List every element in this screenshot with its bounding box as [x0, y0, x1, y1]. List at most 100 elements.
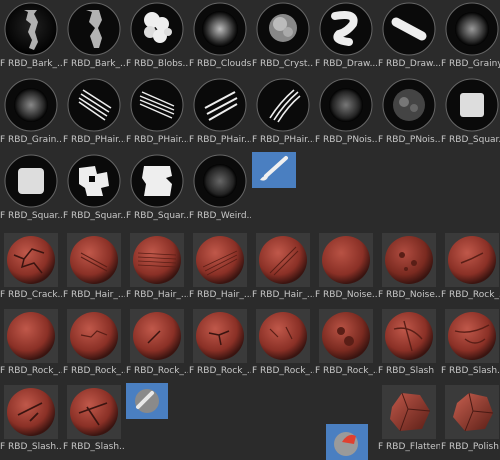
- square-alpha-icon: [67, 154, 121, 208]
- pnoise-alpha-icon: [382, 78, 436, 132]
- polish-rock-icon: [445, 385, 499, 439]
- paint-brush-icon: [252, 152, 296, 188]
- alpha-brush-phair-2[interactable]: F RBD_PHair...: [126, 76, 188, 152]
- brush-label: F RBD_Weird...: [189, 211, 251, 221]
- sculpt-brush-polish[interactable]: F RBD_Polish: [441, 383, 500, 459]
- bark-alpha-icon: [67, 2, 121, 56]
- alpha-brush-grain[interactable]: F RBD_Grain...: [0, 76, 62, 152]
- hair-sphere-icon: [256, 233, 310, 287]
- sculpt-brush-rock-5[interactable]: F RBD_Rock_...: [189, 307, 251, 383]
- sculpt-brush-rock-4[interactable]: F RBD_Rock_...: [126, 307, 188, 383]
- alpha-brush-phair-4[interactable]: F RBD_PHair...: [252, 76, 314, 152]
- brush-label: F RBD_Hair_...: [126, 290, 188, 300]
- brush-label: F RBD_Hair_...: [189, 290, 251, 300]
- brush-label: F RBD_Draw...: [315, 59, 377, 69]
- draw-s-alpha-icon: [319, 2, 373, 56]
- sculpt-brush-rock-2[interactable]: F RBD_Rock_...: [0, 307, 62, 383]
- sculpt-brush-rock-6[interactable]: F RBD_Rock_...: [252, 307, 314, 383]
- sculpt-brush-hair-1[interactable]: F RBD_Hair_...: [63, 231, 125, 307]
- alpha-brush-pnoise-1[interactable]: F RBD_PNois...: [315, 76, 377, 152]
- square-alpha-icon: [445, 78, 499, 132]
- snake-hook-tool-button[interactable]: [326, 424, 368, 460]
- brush-label: F RBD_Rock_...: [63, 366, 125, 376]
- clay-brush-tool-button[interactable]: [126, 383, 168, 419]
- crystal-alpha-icon: [256, 2, 310, 56]
- sculpt-tool-icon: [126, 383, 168, 419]
- brush-label: F RBD_PHair...: [252, 135, 314, 145]
- square-alpha-icon: [4, 154, 58, 208]
- alpha-brush-blobs[interactable]: F RBD_Blobs...: [126, 0, 188, 76]
- sculpt-brush-rock-7[interactable]: F RBD_Rock_...: [315, 307, 377, 383]
- clouds-alpha-icon: [193, 2, 247, 56]
- brush-label: F RBD_Draw...: [378, 59, 440, 69]
- sculpt-brush-rock-3[interactable]: F RBD_Rock_...: [63, 307, 125, 383]
- alpha-brush-clouds[interactable]: F RBD_Clouds: [189, 0, 251, 76]
- brush-label: F RBD_PHair...: [189, 135, 251, 145]
- brush-label: F RBD_Slash...: [0, 442, 62, 452]
- phair-alpha-icon: [67, 78, 121, 132]
- brush-label: F RBD_Hair_...: [63, 290, 125, 300]
- brush-label: F RBD_Bark_...: [63, 59, 125, 69]
- brush-label: F RBD_PNois...: [378, 135, 440, 145]
- sculpt-brush-hair-4[interactable]: F RBD_Hair_...: [252, 231, 314, 307]
- alpha-brush-square-4[interactable]: F RBD_Squar...: [126, 152, 188, 228]
- sculpt-brush-noise-2[interactable]: F RBD_Noise...: [378, 231, 440, 307]
- alpha-brush-phair-1[interactable]: F RBD_PHair...: [63, 76, 125, 152]
- brush-label: F RBD_Slash...: [63, 442, 125, 452]
- square-alpha-icon: [130, 154, 184, 208]
- brush-label: F RBD_Flatten: [378, 442, 440, 452]
- alpha-brush-square-1[interactable]: F RBD_Squar...: [441, 76, 500, 152]
- flatten-rock-icon: [382, 385, 436, 439]
- brush-label: F RBD_Slash: [378, 366, 435, 376]
- crack-sphere-icon: [4, 233, 58, 287]
- brush-label: F RBD_Rock_...: [252, 366, 314, 376]
- brush-label: F RBD_Cryst...: [252, 59, 314, 69]
- brush-label: F RBD_Noise...: [315, 290, 377, 300]
- brush-label: F RBD_Polish: [441, 442, 499, 452]
- brush-label: F RBD_PHair...: [63, 135, 125, 145]
- rock-sphere-icon: [193, 309, 247, 363]
- sculpt-brush-crack[interactable]: F RBD_Crack...: [0, 231, 62, 307]
- grain-alpha-icon: [4, 78, 58, 132]
- brush-label: F RBD_Squar...: [0, 211, 62, 221]
- sculpt-tool-red-icon: [326, 424, 368, 460]
- alpha-brush-draw-1[interactable]: F RBD_Draw...: [315, 0, 377, 76]
- alpha-brush-bark-1[interactable]: F RBD_Bark_...: [0, 0, 62, 76]
- brush-label: F RBD_Crack...: [0, 290, 62, 300]
- brush-label: F RBD_Squar...: [126, 211, 188, 221]
- alpha-brush-bark-2[interactable]: F RBD_Bark_...: [63, 0, 125, 76]
- brush-label: F RBD_Clouds: [189, 59, 251, 69]
- sculpt-brush-hair-3[interactable]: F RBD_Hair_...: [189, 231, 251, 307]
- pnoise-alpha-icon: [319, 78, 373, 132]
- brush-label: F RBD_Slash...: [441, 366, 500, 376]
- brush-label: F RBD_Rock_...: [441, 290, 500, 300]
- alpha-brush-square-2[interactable]: F RBD_Squar...: [0, 152, 62, 228]
- alpha-brush-phair-3[interactable]: F RBD_PHair...: [189, 76, 251, 152]
- grainy-alpha-icon: [445, 2, 499, 56]
- hair-sphere-icon: [67, 233, 121, 287]
- slash-sphere-icon: [67, 385, 121, 439]
- phair-alpha-icon: [193, 78, 247, 132]
- sculpt-brush-slash-2[interactable]: F RBD_Slash...: [441, 307, 500, 383]
- sculpt-brush-noise-1[interactable]: F RBD_Noise...: [315, 231, 377, 307]
- alpha-brush-crystal[interactable]: F RBD_Cryst...: [252, 0, 314, 76]
- sculpt-brush-slash-4[interactable]: F RBD_Slash...: [63, 383, 125, 459]
- hair-sphere-icon: [193, 233, 247, 287]
- sculpt-brush-hair-2[interactable]: F RBD_Hair_...: [126, 231, 188, 307]
- alpha-brush-weird[interactable]: F RBD_Weird...: [189, 152, 251, 228]
- alpha-brush-grainy[interactable]: F RBD_Grainy: [441, 0, 500, 76]
- sculpt-brush-flatten[interactable]: F RBD_Flatten: [378, 383, 440, 459]
- alpha-brush-square-3[interactable]: F RBD_Squar...: [63, 152, 125, 228]
- alpha-brush-draw-2[interactable]: F RBD_Draw...: [378, 0, 440, 76]
- rock-sphere-icon: [130, 309, 184, 363]
- weird-alpha-icon: [193, 154, 247, 208]
- sculpt-brush-slash-3[interactable]: F RBD_Slash...: [0, 383, 62, 459]
- paint-brush-tool-button[interactable]: [252, 152, 296, 188]
- brush-label: F RBD_Squar...: [63, 211, 125, 221]
- phair-alpha-icon: [130, 78, 184, 132]
- sculpt-brush-slash[interactable]: F RBD_Slash: [378, 307, 440, 383]
- alpha-brush-pnoise-2[interactable]: F RBD_PNois...: [378, 76, 440, 152]
- rock-sphere-icon: [319, 309, 373, 363]
- slash-sphere-icon: [382, 309, 436, 363]
- sculpt-brush-rock-1[interactable]: F RBD_Rock_...: [441, 231, 500, 307]
